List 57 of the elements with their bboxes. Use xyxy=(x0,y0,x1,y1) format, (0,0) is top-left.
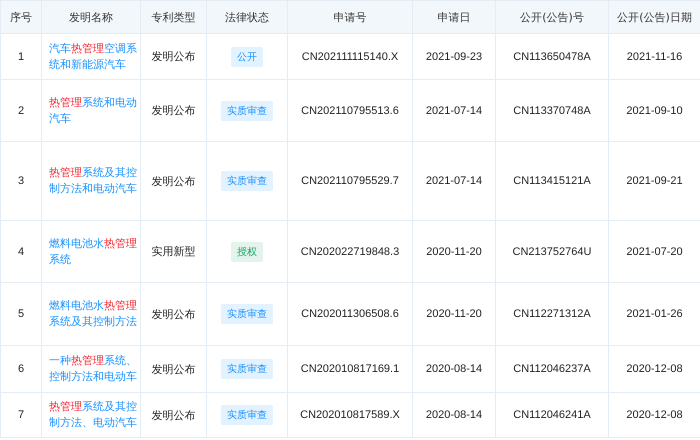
table-cell: CN112271312A xyxy=(496,282,608,346)
table-cell: CN202010817589.X xyxy=(288,392,412,438)
patent-name-link[interactable]: 热管理系统及其控制方法和电动汽车 xyxy=(42,142,140,220)
table-cell: 2020-11-20 xyxy=(412,282,496,346)
table-cell: CN202022719848.3 xyxy=(288,220,412,282)
table-cell: 发明公布 xyxy=(140,346,206,392)
table-cell: 2021-07-14 xyxy=(412,142,496,220)
table-cell: 2020-08-14 xyxy=(412,346,496,392)
column-header: 公开(公告)号 xyxy=(496,0,608,34)
table-cell: 1 xyxy=(0,34,42,80)
table-cell: 5 xyxy=(0,282,42,346)
column-header: 专利类型 xyxy=(140,0,206,34)
table-cell: CN202111115140.X xyxy=(288,34,412,80)
patent-name-link[interactable]: 热管理系统和电动汽车 xyxy=(42,80,140,142)
table-cell: 发明公布 xyxy=(140,142,206,220)
table-cell: 实用新型 xyxy=(140,220,206,282)
column-header: 申请号 xyxy=(288,0,412,34)
patent-name-link[interactable]: 燃料电池水热管理 系统 xyxy=(42,220,140,282)
table-cell: 2020-08-14 xyxy=(412,392,496,438)
table-cell: 2 xyxy=(0,80,42,142)
table-cell: CN113370748A xyxy=(496,80,608,142)
table-cell: 2021-09-23 xyxy=(412,34,496,80)
table-cell: CN113415121A xyxy=(496,142,608,220)
table-cell: CN112046241A xyxy=(496,392,608,438)
status-tag: 实质审查 xyxy=(221,304,273,324)
table-cell: 发明公布 xyxy=(140,282,206,346)
patent-name-link[interactable]: 汽车热管理空调系统和新能源汽车 xyxy=(42,34,140,80)
table-cell: 4 xyxy=(0,220,42,282)
table-cell: CN202110795513.6 xyxy=(288,80,412,142)
status-tag: 授权 xyxy=(231,242,263,262)
table-cell: 发明公布 xyxy=(140,34,206,80)
patent-name-link[interactable]: 一种热管理系统、控制方法和电动车 xyxy=(42,346,140,392)
status-tag: 实质审查 xyxy=(221,359,273,379)
table-cell: CN213752764U xyxy=(496,220,608,282)
table-cell: CN202110795529.7 xyxy=(288,142,412,220)
status-tag: 实质审查 xyxy=(221,100,273,120)
table-cell: 3 xyxy=(0,142,42,220)
table-cell: CN202010817169.1 xyxy=(288,346,412,392)
patent-name-link[interactable]: 热管理系统及其控制方法、电动汽车 xyxy=(42,392,140,438)
column-header: 序号 xyxy=(0,0,42,34)
table-cell: CN113650478A xyxy=(496,34,608,80)
table-cell: 7 xyxy=(0,392,42,438)
table-cell: 2021-07-14 xyxy=(412,80,496,142)
column-header: 法律状态 xyxy=(206,0,288,34)
column-header: 公开(公告)日期 xyxy=(608,0,700,34)
table-cell: CN112046237A xyxy=(496,346,608,392)
status-tag: 实质审查 xyxy=(221,405,273,425)
table-cell: 2020-11-20 xyxy=(412,220,496,282)
table-cell: 6 xyxy=(0,346,42,392)
table-cell: CN202011306508.6 xyxy=(288,282,412,346)
table-cell: 发明公布 xyxy=(140,80,206,142)
column-header: 申请日 xyxy=(412,0,496,34)
table-cell: 发明公布 xyxy=(140,392,206,438)
status-tag: 公开 xyxy=(231,46,263,66)
status-tag: 实质审查 xyxy=(221,171,273,191)
patent-name-link[interactable]: 燃料电池水热管理 系统及其控制方法 xyxy=(42,282,140,346)
column-header: 发明名称 xyxy=(42,0,140,34)
